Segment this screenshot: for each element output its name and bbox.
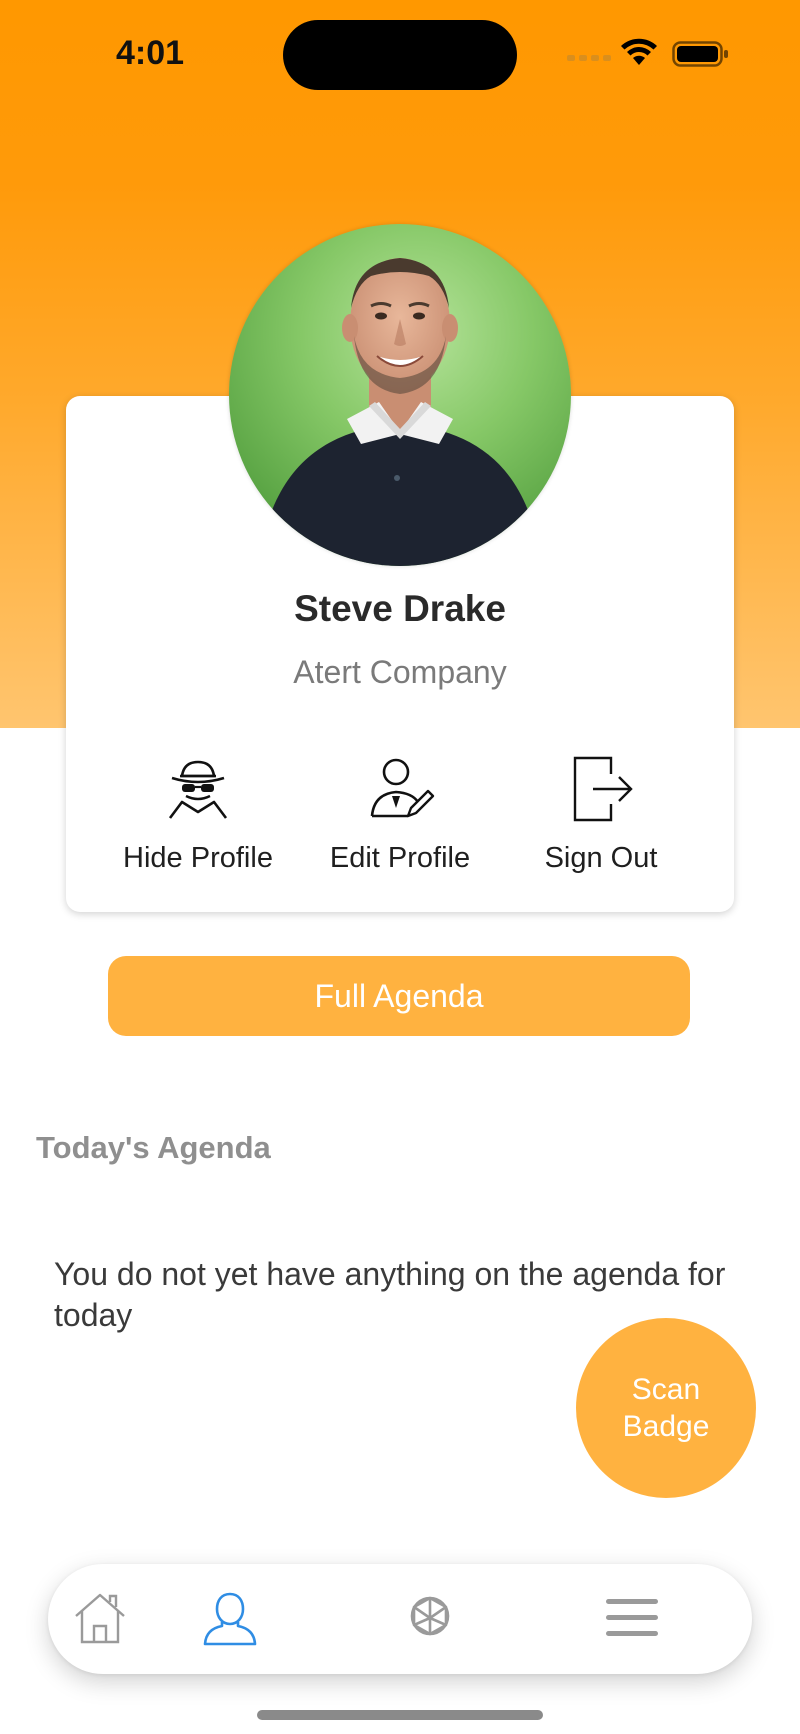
profile-photo [229,224,571,566]
menu-icon [606,1599,658,1636]
home-indicator [257,1710,543,1720]
dynamic-island [283,20,517,90]
hide-profile-label: Hide Profile [123,842,273,874]
tab-ai-chat[interactable] [400,1588,460,1648]
full-agenda-button[interactable]: Full Agenda [108,956,690,1036]
battery-icon [672,41,728,67]
profile-company: Atert Company [293,654,507,690]
status-bar: 4:01 [0,0,800,110]
hide-profile-button[interactable]: Hide Profile [98,752,298,892]
tab-menu[interactable] [602,1588,662,1648]
tab-bar [48,1564,752,1674]
ai-chat-icon [410,1596,450,1636]
incognito-spy-icon [168,760,228,819]
scan-badge-button[interactable]: Scan Badge [576,1318,756,1498]
profile-avatar [229,224,571,566]
profile-icon [203,1592,257,1646]
sign-out-button[interactable]: Sign Out [501,752,701,892]
profile-name: Steve Drake [294,588,506,629]
wifi-icon [621,38,657,65]
cellular-signal-icon [567,55,611,61]
tab-profile[interactable] [200,1588,260,1648]
sign-out-icon [573,756,633,822]
edit-profile-button[interactable]: Edit Profile [300,752,500,892]
todays-agenda-title: Today's Agenda [36,1130,271,1165]
edit-profile-label: Edit Profile [329,842,471,874]
edit-profile-icon [370,758,435,818]
home-icon [75,1593,125,1644]
status-time: 4:01 [116,34,185,72]
tab-home[interactable] [70,1588,130,1648]
sign-out-label: Sign Out [544,842,658,874]
